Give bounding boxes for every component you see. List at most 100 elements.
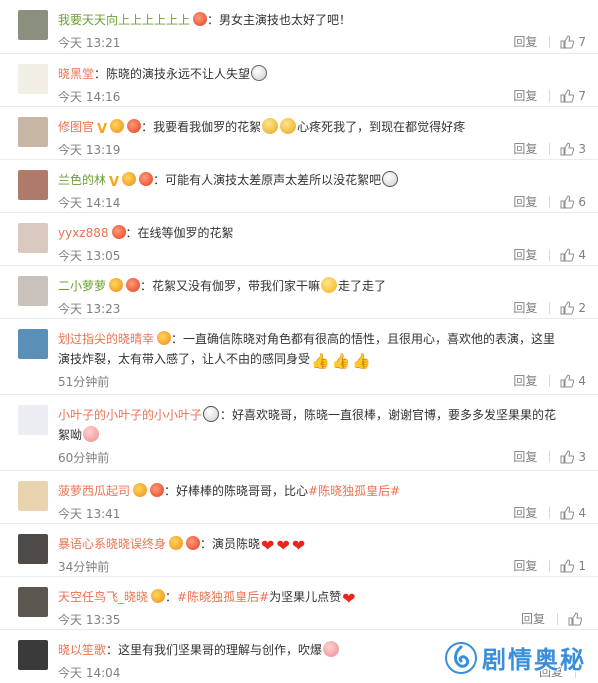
topic-link[interactable]: #陈晓独孤皇后# <box>308 484 400 498</box>
like-count: 4 <box>578 248 586 262</box>
username-link[interactable]: 菠萝西瓜起司 <box>58 484 130 498</box>
emoji-icon <box>251 65 268 81</box>
crying-emoji-icon <box>262 118 279 134</box>
like-button[interactable]: 4 <box>560 248 586 262</box>
comment-meta: 今天 13:19 回复 3 <box>58 139 586 159</box>
avatar[interactable] <box>18 64 48 94</box>
like-button[interactable]: 7 <box>560 35 586 49</box>
like-count: 3 <box>578 142 586 156</box>
comment-time: 60分钟前 <box>58 450 110 465</box>
like-button[interactable]: 4 <box>560 506 586 520</box>
like-button[interactable]: 7 <box>560 89 586 103</box>
avatar[interactable] <box>18 329 48 359</box>
comment-time: 今天 13:19 <box>58 142 121 157</box>
reply-button[interactable]: 回复 <box>513 451 551 463</box>
comment-item: 二小萝萝 ：花絮又没有伽罗，带我们家干嘛 走了走了 今天 13:23 回复 2 <box>0 266 598 319</box>
level-badge-icon <box>169 536 184 550</box>
reply-button[interactable]: 回复 <box>513 249 551 261</box>
like-count: 7 <box>578 89 586 103</box>
comment-content: 花絮又没有伽罗，带我们家干嘛 <box>152 279 321 293</box>
avatar[interactable] <box>18 10 48 40</box>
reply-button[interactable]: 回复 <box>513 507 551 519</box>
like-count: 7 <box>578 35 586 49</box>
username-link[interactable]: 晓黑堂 <box>58 67 94 81</box>
like-button[interactable]: 3 <box>560 450 586 464</box>
comment-item: 暴语心系晓晓误终身 ：演员陈晓❤ ❤ ❤ 34分钟前 回复 1 <box>0 524 598 577</box>
like-button[interactable]: 4 <box>560 374 586 388</box>
reply-button[interactable]: 回复 <box>513 560 551 572</box>
comment-content-continued: 走了走了 <box>338 279 387 293</box>
like-count: 1 <box>578 559 586 573</box>
member-badge-icon <box>126 278 141 292</box>
comment-item: 我要天天向上上上上上上 ：男女主演技也太好了吧！ 今天 13:21 回复 7 <box>0 0 598 54</box>
comment-text: 划过指尖的晓晴幸 ：一直确信陈晓对角色都有很高的悟性，且很用心，喜欢他的表演，这里… <box>58 331 556 370</box>
comment-time: 34分钟前 <box>58 559 110 574</box>
watermark: 剧情奥秘 <box>444 640 586 675</box>
reply-button[interactable]: 回复 <box>513 36 551 48</box>
avatar[interactable] <box>18 170 48 200</box>
avatar[interactable] <box>18 640 48 670</box>
comment-text: 晓黑堂：陈晓的演技永远不让人失望 <box>58 64 586 84</box>
avatar[interactable] <box>18 481 48 511</box>
level-badge-icon <box>109 278 124 292</box>
avatar[interactable] <box>18 405 48 435</box>
avatar[interactable] <box>18 223 48 253</box>
thumbs-up-icon <box>560 450 575 464</box>
comment-item: 天空任鸟飞_晓晓 ：#陈晓独孤皇后#为坚果儿点赞❤ 今天 13:35 回复 <box>0 577 598 630</box>
comment-text: 二小萝萝 ：花絮又没有伽罗，带我们家干嘛 走了走了 <box>58 277 387 293</box>
reply-button[interactable]: 回复 <box>513 375 551 387</box>
reply-button[interactable]: 回复 <box>513 302 551 314</box>
comment-meta: 今天 14:16 回复 7 <box>58 86 586 106</box>
reply-button[interactable]: 回复 <box>513 143 551 155</box>
level-badge-icon <box>133 483 148 497</box>
comment-content: 演员陈晓 <box>212 537 261 551</box>
avatar[interactable] <box>18 117 48 147</box>
username-link[interactable]: 划过指尖的晓晴幸 <box>58 332 154 346</box>
comment-meta: 60分钟前 回复 3 <box>58 447 586 467</box>
like-button[interactable]: 6 <box>560 195 586 209</box>
username-link[interactable]: 晓以笙歌 <box>58 643 106 657</box>
username-link[interactable]: 暴语心系晓晓误终身 <box>58 537 166 551</box>
comment-meta: 今天 14:14 回复 6 <box>58 192 586 212</box>
username-link[interactable]: 修图官 <box>58 120 94 134</box>
like-button[interactable] <box>568 612 586 626</box>
emoji-icon <box>323 641 340 657</box>
username-link[interactable]: 天空任鸟飞_晓晓 <box>58 590 148 604</box>
like-count: 2 <box>578 301 586 315</box>
comment-text: 菠萝西瓜起司 ：好棒棒的陈晓哥哥，比心#陈晓独孤皇后# <box>58 483 401 498</box>
username-link[interactable]: 二小萝萝 <box>58 279 106 293</box>
avatar[interactable] <box>18 587 48 617</box>
comment-meta: 今天 13:21 回复 7 <box>58 32 586 52</box>
thumbs-up-icon <box>560 374 575 388</box>
like-button[interactable]: 3 <box>560 142 586 156</box>
comment-meta: 34分钟前 回复 1 <box>58 556 586 576</box>
watermark-text: 剧情奥秘 <box>482 646 586 674</box>
avatar[interactable] <box>18 534 48 564</box>
comment-item: yyxz888 ：在线等伽罗的花絮 今天 13:05 回复 4 <box>0 213 598 266</box>
username-link[interactable]: 小叶子的小叶子的小小叶子 <box>58 408 202 422</box>
like-count: 4 <box>578 506 586 520</box>
thumbs-up-emoji-icon: 👍 <box>311 352 330 370</box>
username-link[interactable]: 兰色的林 <box>58 173 106 187</box>
like-button[interactable]: 2 <box>560 301 586 315</box>
username-link[interactable]: 我要天天向上上上上上上 <box>58 13 190 27</box>
reply-button[interactable]: 回复 <box>521 613 558 625</box>
reply-button[interactable]: 回复 <box>513 90 551 102</box>
comment-text: 我要天天向上上上上上上 ：男女主演技也太好了吧！ <box>58 12 352 27</box>
like-count: 4 <box>578 374 586 388</box>
comment-text: 暴语心系晓晓误终身 ：演员陈晓❤ ❤ ❤ <box>58 536 306 555</box>
comment-text: 小叶子的小叶子的小小叶子 ：好喜欢晓哥，陈晓一直很棒，谢谢官博，要多多发坚果果的花… <box>58 406 557 442</box>
comment-time: 今天 13:41 <box>58 506 121 521</box>
comment-time: 今天 13:21 <box>58 35 121 50</box>
reply-button[interactable]: 回复 <box>513 196 551 208</box>
username-link[interactable]: yyxz888 <box>58 226 109 240</box>
avatar[interactable] <box>18 276 48 306</box>
pig-emoji-icon <box>83 426 100 442</box>
thumbs-up-icon <box>560 35 575 49</box>
topic-link[interactable]: #陈晓独孤皇后# <box>177 590 269 604</box>
thumbs-up-emoji-icon: 👍 <box>331 352 351 370</box>
like-button[interactable]: 1 <box>560 559 586 573</box>
thumbs-up-icon <box>560 301 575 315</box>
comment-content: 为坚果儿点赞 <box>269 590 342 604</box>
comment-text: 修图官 V ：我要看我伽罗的花絮 心疼死我了，到现在都觉得好疼 <box>58 118 466 137</box>
